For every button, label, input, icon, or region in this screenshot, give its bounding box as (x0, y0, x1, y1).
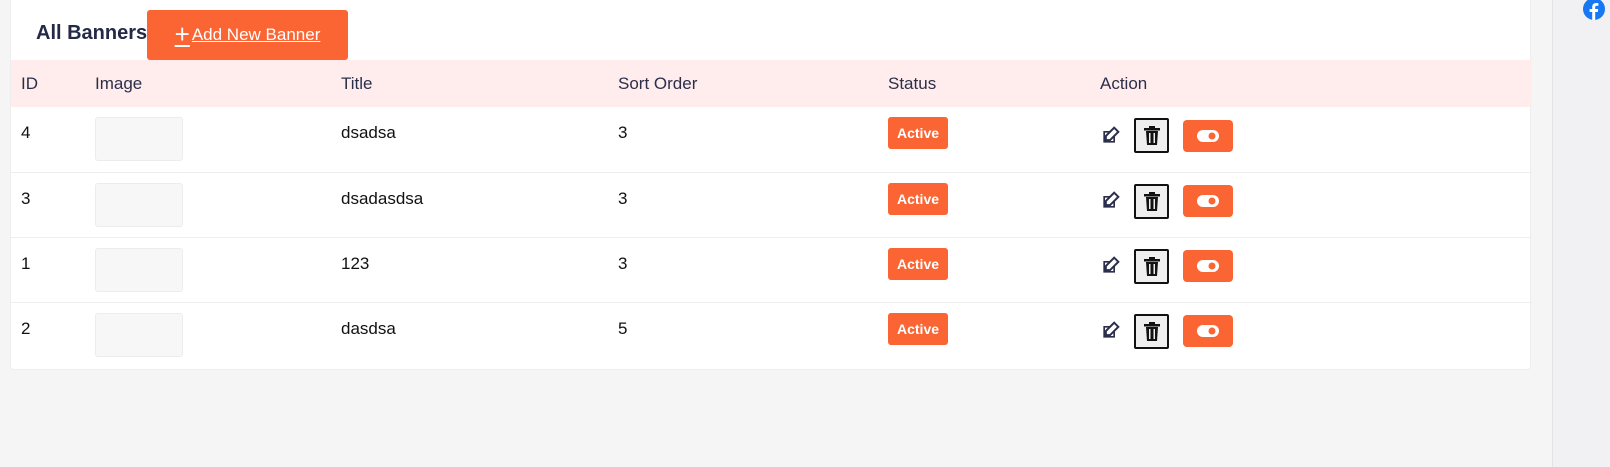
trash-icon (1143, 256, 1160, 276)
cell-sort-order: 5 (618, 318, 628, 338)
column-header-id: ID (21, 73, 38, 93)
toggle-on-icon (1197, 325, 1219, 337)
delete-button[interactable] (1134, 183, 1169, 219)
column-header-status: Status (888, 73, 937, 93)
banner-image-thumbnail (95, 247, 183, 292)
cell-id: 3 (21, 188, 31, 208)
toggle-on-icon (1197, 129, 1219, 142)
cell-sort-order: 3 (618, 253, 628, 273)
banners-table: ID Image Title Sort Order Status Action … (11, 60, 1532, 367)
row-actions (1100, 248, 1532, 284)
trash-icon (1143, 126, 1160, 145)
add-new-banner-button[interactable]: + Add New Banner (147, 10, 348, 60)
cell-id: 1 (21, 253, 31, 273)
cell-id: 4 (21, 123, 31, 142)
toggle-status-button[interactable] (1183, 119, 1233, 152)
right-sidebar (1552, 0, 1610, 467)
column-header-action: Action (1100, 73, 1148, 93)
add-new-banner-label: Add New Banner (191, 25, 321, 44)
status-badge: Active (888, 247, 949, 280)
row-actions (1100, 313, 1532, 349)
row-actions (1100, 183, 1532, 219)
table-row: 4 dsadsa 3 Active (11, 107, 1532, 172)
toggle-status-button[interactable] (1183, 250, 1233, 282)
delete-button[interactable] (1134, 313, 1169, 349)
row-actions (1100, 118, 1532, 153)
column-header-title: Title (341, 73, 373, 93)
edit-icon[interactable] (1100, 256, 1120, 276)
status-badge: Active (888, 117, 949, 149)
toggle-on-icon (1197, 260, 1219, 272)
table-row: 3 dsadasdsa 3 Active (11, 172, 1532, 237)
edit-icon[interactable] (1100, 191, 1120, 211)
status-badge: Active (888, 182, 949, 215)
table-header-row: ID Image Title Sort Order Status Action (11, 60, 1532, 107)
cell-sort-order: 3 (618, 188, 628, 208)
cell-title: dasdsa (341, 318, 396, 338)
cell-title: dsadsa (341, 123, 396, 142)
table-row: 2 dasdsa 5 Active (11, 302, 1532, 367)
banner-image-thumbnail (95, 182, 183, 227)
edit-icon[interactable] (1100, 125, 1120, 146)
facebook-icon[interactable] (1582, 0, 1606, 27)
trash-icon (1143, 191, 1160, 211)
cell-title: 123 (341, 253, 370, 273)
page-title: All Banners (36, 22, 148, 44)
banner-image-thumbnail (95, 117, 183, 161)
trash-icon (1143, 321, 1160, 341)
cell-sort-order: 3 (618, 123, 628, 142)
cell-title: dsadasdsa (341, 188, 424, 208)
cell-id: 2 (21, 318, 31, 338)
edit-icon[interactable] (1100, 321, 1120, 341)
delete-button[interactable] (1134, 248, 1169, 284)
table-row: 1 123 3 Active (11, 237, 1532, 302)
column-header-image: Image (95, 73, 143, 93)
toggle-on-icon (1197, 195, 1219, 207)
status-badge: Active (888, 312, 949, 345)
column-header-sort-order: Sort Order (618, 73, 698, 93)
banners-card: All Banners + Add New Banner ID Image Ti… (10, 0, 1532, 370)
toggle-status-button[interactable] (1183, 185, 1233, 217)
delete-button[interactable] (1134, 118, 1169, 153)
plus-icon: + (174, 19, 190, 49)
banner-image-thumbnail (95, 312, 183, 357)
toggle-status-button[interactable] (1183, 315, 1233, 347)
